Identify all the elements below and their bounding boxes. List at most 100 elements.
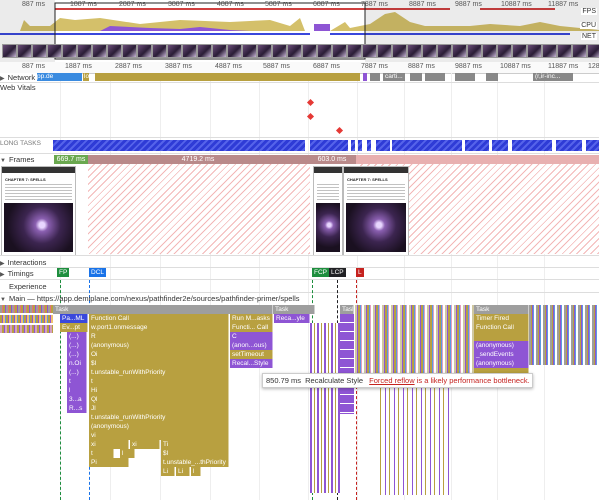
network-request[interactable] <box>370 73 380 81</box>
flame-task[interactable]: Task <box>53 305 273 314</box>
flame-frame[interactable]: l <box>120 449 135 458</box>
long-task-bar[interactable] <box>512 140 552 151</box>
network-request[interactable] <box>363 73 367 81</box>
track-timings[interactable]: ▶ Timings <box>0 269 34 278</box>
flame-frame[interactable]: (anonymous) <box>474 341 529 350</box>
flame-frame[interactable]: xi <box>89 440 129 449</box>
network-request[interactable] <box>425 73 445 81</box>
track-interactions[interactable]: ▶ Interactions <box>0 258 46 267</box>
timeline-overview[interactable]: FPS CPU NET 887 ms 1887 ms 2887 ms 3887 … <box>0 0 599 62</box>
flame-recalc-style[interactable]: Reca...yle <box>274 314 310 323</box>
network-request[interactable] <box>62 73 82 81</box>
flame-frame[interactable]: l <box>67 386 87 395</box>
flame-frame[interactable]: t.unstable_...thPriority <box>161 458 229 467</box>
network-request[interactable] <box>95 73 360 81</box>
long-task-bar[interactable] <box>392 140 462 151</box>
long-task-bar[interactable] <box>310 140 348 151</box>
flame-frame[interactable] <box>474 332 529 341</box>
timing-fp[interactable]: FP <box>57 268 70 277</box>
flame-stripes <box>380 385 450 495</box>
track-web-vitals[interactable]: Web Vitals <box>0 83 36 92</box>
flame-frame[interactable]: t.unstable_runWithPriority <box>89 413 229 422</box>
long-task-bar[interactable] <box>53 140 305 151</box>
flame-frame[interactable]: (...) <box>67 332 87 341</box>
flame-frame[interactable]: Oi <box>89 350 229 359</box>
flame-frame[interactable]: R <box>89 332 229 341</box>
flame-frame[interactable]: (anonymous) <box>89 422 229 431</box>
long-task-bar[interactable] <box>492 140 508 151</box>
network-request[interactable] <box>410 73 422 81</box>
flame-frame[interactable]: t.unstable_runWithPriority <box>89 368 229 377</box>
long-task-bar[interactable] <box>351 140 355 151</box>
flame-frame[interactable]: Li <box>161 467 175 476</box>
flame-event[interactable]: Ev...pt <box>60 323 88 332</box>
network-request[interactable] <box>486 73 498 81</box>
flame-frame[interactable]: Recal...Style <box>230 359 273 368</box>
frame-bar[interactable]: 603.0 ms <box>308 155 356 164</box>
timing-fcp[interactable]: FCP <box>312 268 329 277</box>
filmstrip-thumb <box>437 44 452 58</box>
flame-task[interactable]: Task <box>474 305 529 314</box>
flame-frame[interactable]: xi <box>130 440 160 449</box>
tooltip-warning-text: is a likely performance bottleneck. <box>416 376 530 385</box>
track-frames[interactable]: ▼ Frames <box>0 155 34 164</box>
frame-screenshot[interactable] <box>313 166 343 256</box>
flame-frame[interactable]: Pi <box>89 458 129 467</box>
flame-frame[interactable]: Ql <box>89 395 229 404</box>
flame-frame[interactable]: t <box>67 377 87 386</box>
long-task-bar[interactable] <box>465 140 489 151</box>
flame-frame[interactable]: (anon...ous) <box>230 341 273 350</box>
filmstrip-thumb <box>452 44 467 58</box>
flame-frame[interactable]: t <box>89 449 114 458</box>
flame-task[interactable]: Task <box>273 305 315 314</box>
filmstrip-thumb <box>212 44 227 58</box>
frame-bar[interactable] <box>356 155 599 164</box>
flame-parse-html[interactable]: Pa...ML <box>60 314 88 323</box>
flame-timer-fired[interactable]: Timer Fired <box>474 314 529 323</box>
flame-w-port[interactable]: w.port1.onmessage <box>89 323 229 332</box>
network-request[interactable] <box>455 73 475 81</box>
flame-function-call[interactable]: Functi... Call <box>230 323 273 332</box>
flame-frame[interactable]: (...) <box>67 341 87 350</box>
long-task-bar[interactable] <box>556 140 582 151</box>
flame-frame[interactable]: n.Oi <box>67 359 87 368</box>
long-task-bar[interactable] <box>376 140 390 151</box>
tooltip-warning-link[interactable]: Forced reflow <box>369 376 414 385</box>
track-experience[interactable]: Experience <box>0 282 47 291</box>
timing-lcp[interactable]: LCP <box>329 268 346 277</box>
flame-frame[interactable]: vi <box>89 431 229 440</box>
track-main[interactable]: ▼ Main — https://app.demiplane.com/nexus/… <box>0 294 300 303</box>
flame-frame[interactable]: C <box>230 332 273 341</box>
flame-frame[interactable]: l <box>191 467 201 476</box>
flame-frame[interactable]: R...s <box>67 404 87 413</box>
flame-frame[interactable]: Ti <box>161 440 229 449</box>
flame-frame[interactable]: Hi <box>89 386 229 395</box>
flame-frame[interactable]: $l <box>89 359 229 368</box>
frame-bar[interactable]: 4719.2 ms <box>88 155 308 164</box>
flame-frame[interactable]: _sendEvents <box>474 350 529 359</box>
timing-dcl[interactable]: DCL <box>89 268 107 277</box>
flame-frame[interactable]: 3...a <box>67 395 87 404</box>
track-network[interactable]: ▶ Network <box>0 73 38 82</box>
flame-frame[interactable]: (...) <box>67 368 87 377</box>
flame-function-call[interactable]: Function Call <box>89 314 229 323</box>
flame-frame[interactable]: Jl <box>89 404 229 413</box>
frame-screenshot[interactable]: CHAPTER 7: SPELLS <box>1 166 76 256</box>
flame-frame[interactable]: Li <box>176 467 190 476</box>
long-task-bar[interactable] <box>358 140 362 151</box>
flame-frame[interactable]: setTimeout <box>230 350 273 359</box>
long-task-bar[interactable] <box>586 140 599 151</box>
flame-task[interactable]: Task <box>340 305 354 314</box>
flame-frame[interactable]: t <box>89 377 229 386</box>
flame-frame[interactable]: (anonymous) <box>89 341 229 350</box>
frame-bar[interactable]: 669.7 ms <box>54 155 88 164</box>
flame-frame[interactable]: (anonymous) <box>474 359 529 368</box>
flame-function-call[interactable]: Function Call <box>474 323 529 332</box>
flame-frame[interactable]: (...) <box>67 350 87 359</box>
flame-run-microtasks[interactable]: Run M...asks <box>230 314 273 323</box>
frame-screenshot[interactable]: CHAPTER 7: SPELLS <box>343 166 409 256</box>
long-task-bar[interactable] <box>367 140 371 151</box>
flame-frame[interactable]: $l <box>161 449 229 458</box>
timing-load[interactable]: L <box>356 268 364 277</box>
web-vital-marker[interactable] <box>335 126 344 135</box>
